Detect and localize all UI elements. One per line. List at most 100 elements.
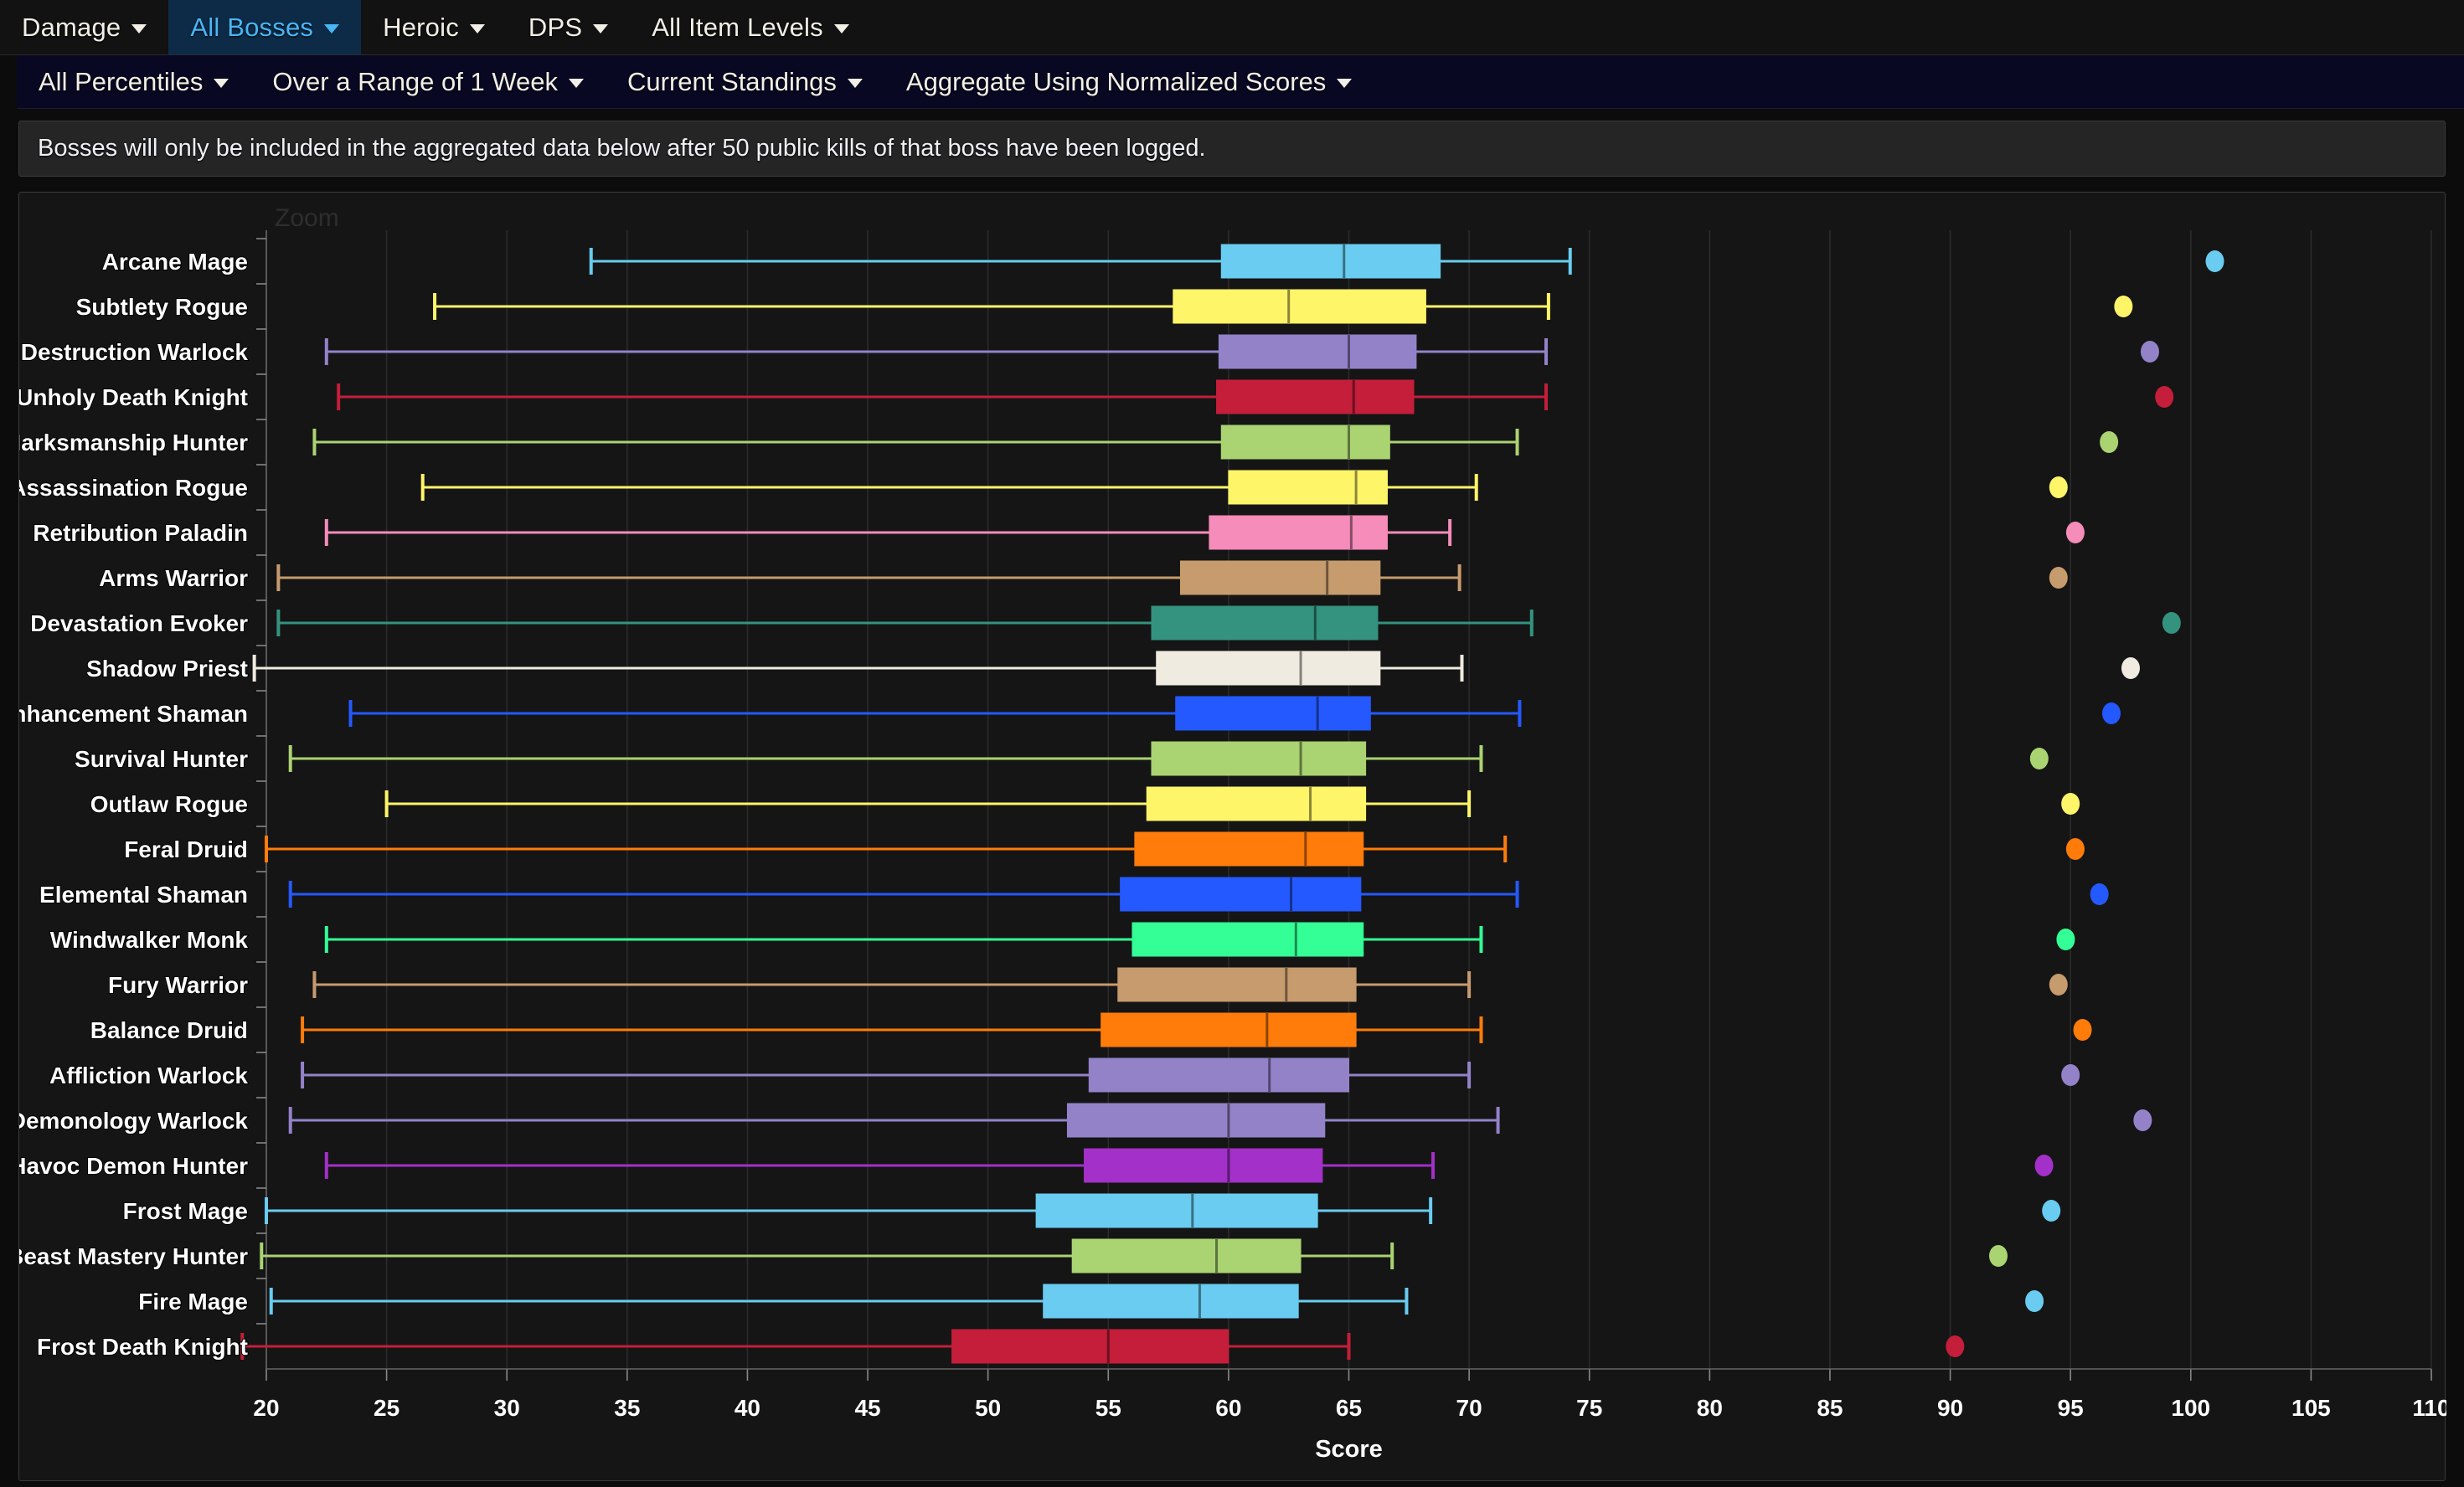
toolbar-item-heroic[interactable]: Heroic: [361, 0, 507, 54]
outlier-point[interactable]: [1946, 1335, 1964, 1357]
outlier-point[interactable]: [2025, 1290, 2044, 1312]
boxplot-row[interactable]: [591, 244, 2224, 278]
box-iqr[interactable]: [1209, 516, 1388, 549]
spec-label[interactable]: Outlaw Rogue: [90, 791, 248, 817]
subtoolbar-item-over-a-range-of-1-week[interactable]: Over a Range of 1 Week: [250, 55, 606, 108]
box-iqr[interactable]: [1152, 742, 1366, 775]
outlier-point[interactable]: [2049, 974, 2068, 996]
box-iqr[interactable]: [1085, 1149, 1322, 1182]
box-iqr[interactable]: [1152, 606, 1378, 640]
spec-label[interactable]: Beast Mastery Hunter: [19, 1243, 248, 1269]
outlier-point[interactable]: [2035, 1155, 2054, 1176]
box-iqr[interactable]: [1217, 380, 1415, 414]
spec-label[interactable]: Windwalker Monk: [50, 927, 249, 953]
box-iqr[interactable]: [1221, 244, 1440, 278]
spec-label[interactable]: Destruction Warlock: [21, 339, 249, 365]
spec-label[interactable]: Assassination Rogue: [19, 475, 248, 501]
outlier-point[interactable]: [2090, 883, 2109, 905]
outlier-point[interactable]: [2114, 296, 2132, 317]
boxplot-chart[interactable]: 2025303540455055606570758085909510010511…: [19, 193, 2445, 1480]
spec-label[interactable]: Retribution Paladin: [33, 520, 248, 546]
subtoolbar-item-all-percentiles[interactable]: All Percentiles: [17, 55, 250, 108]
boxplot-row[interactable]: [327, 516, 2085, 549]
box-iqr[interactable]: [1180, 561, 1379, 594]
boxplot-row[interactable]: [338, 380, 2173, 414]
spec-label[interactable]: Frost Death Knight: [37, 1334, 248, 1360]
outlier-point[interactable]: [2061, 793, 2080, 815]
spec-label[interactable]: Demonology Warlock: [19, 1108, 248, 1134]
boxplot-row[interactable]: [351, 697, 2121, 730]
box-iqr[interactable]: [1118, 968, 1356, 1001]
spec-label[interactable]: Devastation Evoker: [30, 610, 248, 636]
boxplot-row[interactable]: [266, 832, 2085, 866]
spec-label[interactable]: Survival Hunter: [75, 746, 248, 772]
outlier-point[interactable]: [2066, 838, 2085, 860]
outlier-point[interactable]: [2133, 1109, 2152, 1131]
spec-label[interactable]: Fire Mage: [138, 1289, 248, 1315]
boxplot-row[interactable]: [242, 1330, 1964, 1363]
boxplot-row[interactable]: [291, 742, 2049, 775]
spec-label[interactable]: Marksmanship Hunter: [19, 430, 248, 455]
box-iqr[interactable]: [1121, 877, 1361, 911]
outlier-point[interactable]: [2056, 929, 2075, 950]
boxplot-row[interactable]: [435, 290, 2132, 323]
outlier-point[interactable]: [2049, 476, 2068, 498]
subtoolbar-item-aggregate-using-normalized-scores[interactable]: Aggregate Using Normalized Scores: [884, 55, 1374, 108]
box-iqr[interactable]: [1173, 290, 1426, 323]
boxplot-svg[interactable]: 2025303540455055606570758085909510010511…: [19, 193, 2446, 1480]
outlier-point[interactable]: [2074, 1019, 2092, 1041]
boxplot-row[interactable]: [327, 335, 2159, 368]
box-iqr[interactable]: [1176, 697, 1371, 730]
box-iqr[interactable]: [1036, 1194, 1317, 1227]
boxplot-row[interactable]: [302, 1013, 2091, 1047]
spec-label[interactable]: Fury Warrior: [108, 972, 248, 998]
spec-label[interactable]: Arms Warrior: [99, 565, 248, 591]
outlier-point[interactable]: [2206, 250, 2224, 272]
spec-label[interactable]: Elemental Shaman: [39, 882, 248, 908]
boxplot-row[interactable]: [302, 1058, 2080, 1092]
boxplot-row[interactable]: [387, 787, 2080, 821]
boxplot-row[interactable]: [291, 1104, 2152, 1137]
spec-label[interactable]: Affliction Warlock: [49, 1063, 248, 1088]
boxplot-row[interactable]: [291, 877, 2109, 911]
box-iqr[interactable]: [1135, 832, 1363, 866]
spec-label[interactable]: Havoc Demon Hunter: [19, 1153, 248, 1179]
spec-label[interactable]: Balance Druid: [90, 1017, 248, 1043]
boxplot-row[interactable]: [278, 606, 2180, 640]
toolbar-item-all-bosses[interactable]: All Bosses: [168, 0, 361, 54]
box-iqr[interactable]: [1067, 1104, 1324, 1137]
box-iqr[interactable]: [1072, 1239, 1301, 1273]
outlier-point[interactable]: [2162, 612, 2181, 634]
toolbar-item-damage[interactable]: Damage: [0, 0, 168, 54]
toolbar-item-all-item-levels[interactable]: All Item Levels: [630, 0, 871, 54]
boxplot-row[interactable]: [314, 968, 2067, 1001]
boxplot-row[interactable]: [327, 923, 2075, 956]
outlier-point[interactable]: [1989, 1245, 2008, 1267]
outlier-point[interactable]: [2066, 522, 2085, 543]
box-iqr[interactable]: [1089, 1058, 1348, 1092]
boxplot-row[interactable]: [423, 471, 2068, 504]
box-iqr[interactable]: [1044, 1284, 1298, 1318]
boxplot-row[interactable]: [271, 1284, 2044, 1318]
spec-label[interactable]: Enhancement Shaman: [19, 701, 248, 727]
box-iqr[interactable]: [1221, 425, 1389, 459]
box-iqr[interactable]: [1219, 335, 1416, 368]
spec-label[interactable]: Arcane Mage: [102, 249, 248, 275]
box-iqr[interactable]: [1101, 1013, 1356, 1047]
boxplot-row[interactable]: [266, 1194, 2060, 1227]
subtoolbar-item-current-standings[interactable]: Current Standings: [606, 55, 884, 108]
spec-label[interactable]: Subtlety Rogue: [76, 294, 248, 320]
box-iqr[interactable]: [1132, 923, 1363, 956]
spec-label[interactable]: Unholy Death Knight: [19, 384, 248, 410]
box-iqr[interactable]: [952, 1330, 1229, 1363]
outlier-point[interactable]: [2141, 341, 2159, 363]
spec-label[interactable]: Shadow Priest: [86, 656, 248, 682]
outlier-point[interactable]: [2049, 567, 2068, 589]
box-iqr[interactable]: [1147, 787, 1365, 821]
spec-label[interactable]: Frost Mage: [123, 1198, 248, 1224]
box-iqr[interactable]: [1157, 651, 1380, 685]
outlier-point[interactable]: [2121, 657, 2140, 679]
boxplot-row[interactable]: [327, 1149, 2054, 1182]
boxplot-row[interactable]: [314, 425, 2118, 459]
outlier-point[interactable]: [2100, 431, 2118, 453]
